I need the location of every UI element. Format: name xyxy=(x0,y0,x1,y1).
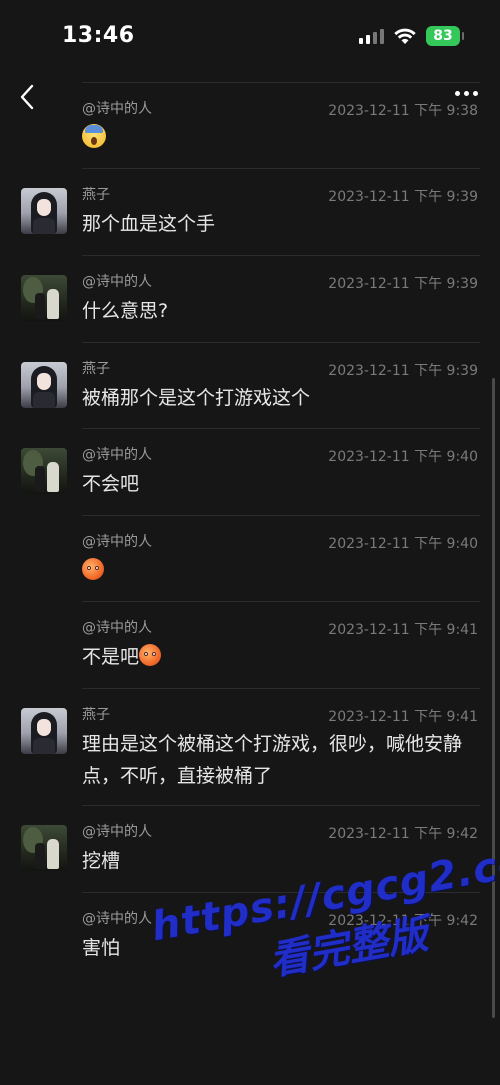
message-time: 2023-12-11 下午 9:40 xyxy=(328,449,478,465)
message-item[interactable]: 燕子 2023-12-11 下午 9:41 理由是这个被桶这个打游戏，很吵，喊他… xyxy=(0,688,500,805)
message-text xyxy=(82,555,482,587)
flushed-emoji-icon xyxy=(82,558,104,580)
message-sender: @诗中的人 xyxy=(82,911,152,927)
avatar[interactable] xyxy=(21,188,67,234)
message-item[interactable]: 燕子 2023-12-11 下午 9:39 被桶那个是这个打游戏这个 xyxy=(0,342,500,428)
flushed-emoji-icon xyxy=(139,644,162,666)
message-sender: @诗中的人 xyxy=(82,101,152,117)
message-text-part: 不是吧 xyxy=(82,646,140,668)
message-text: 不是吧 xyxy=(82,641,482,673)
message-text xyxy=(82,122,482,154)
message-time: 2023-12-11 下午 9:39 xyxy=(328,276,478,292)
message-item[interactable]: @诗中的人 2023-12-11 下午 9:38 xyxy=(0,82,500,168)
message-sender: @诗中的人 xyxy=(82,447,152,463)
cellular-signal-icon xyxy=(359,28,384,44)
message-time: 2023-12-11 下午 9:41 xyxy=(328,622,478,638)
avatar[interactable] xyxy=(21,362,67,408)
message-time: 2023-12-11 下午 9:39 xyxy=(328,363,478,379)
message-time: 2023-12-11 下午 9:39 xyxy=(328,189,478,205)
message-item[interactable]: @诗中的人 2023-12-11 下午 9:42 挖槽 xyxy=(0,805,500,892)
message-time: 2023-12-11 下午 9:42 xyxy=(328,913,478,929)
avatar[interactable] xyxy=(21,448,67,494)
message-text: 那个血是这个手 xyxy=(82,213,216,235)
message-text: 什么意思? xyxy=(82,300,169,322)
wifi-icon xyxy=(394,28,416,45)
message-item[interactable]: 燕子 2023-12-11 下午 9:39 那个血是这个手 xyxy=(0,168,500,255)
battery-icon: 83 xyxy=(426,26,464,46)
message-sender: 燕子 xyxy=(82,707,110,723)
message-item[interactable]: @诗中的人 2023-12-11 下午 9:40 不会吧 xyxy=(0,428,500,515)
message-time: 2023-12-11 下午 9:38 xyxy=(328,103,478,119)
message-time: 2023-12-11 下午 9:41 xyxy=(328,709,478,725)
message-text: 害怕 xyxy=(82,937,121,959)
scream-emoji-icon xyxy=(82,124,106,148)
message-item[interactable]: @诗中的人 2023-12-11 下午 9:39 什么意思? xyxy=(0,255,500,342)
avatar[interactable] xyxy=(21,825,67,871)
message-text: 挖槽 xyxy=(82,850,121,872)
message-item[interactable]: @诗中的人 2023-12-11 下午 9:40 xyxy=(0,515,500,601)
message-text: 不会吧 xyxy=(82,473,140,495)
message-sender: 燕子 xyxy=(82,361,110,377)
message-sender: 燕子 xyxy=(82,187,110,203)
status-bar: 13:46 83 xyxy=(0,0,500,70)
scrollbar[interactable] xyxy=(492,378,495,1018)
message-time: 2023-12-11 下午 9:42 xyxy=(328,826,478,842)
status-time: 13:46 xyxy=(62,23,135,48)
message-sender: @诗中的人 xyxy=(82,824,152,840)
avatar[interactable] xyxy=(21,708,67,754)
message-text: 被桶那个是这个打游戏这个 xyxy=(82,387,311,409)
status-icons: 83 xyxy=(359,26,464,46)
message-item[interactable]: @诗中的人 2023-12-11 下午 9:41 不是吧 xyxy=(0,601,500,688)
message-sender: @诗中的人 xyxy=(82,534,152,550)
message-sender: @诗中的人 xyxy=(82,274,152,290)
message-item[interactable]: @诗中的人 2023-12-11 下午 9:42 害怕 xyxy=(0,892,500,978)
avatar[interactable] xyxy=(21,275,67,321)
message-time: 2023-12-11 下午 9:40 xyxy=(328,536,478,552)
message-text: 理由是这个被桶这个打游戏，很吵，喊他安静点，不听，直接被桶了 xyxy=(82,733,463,787)
battery-level: 83 xyxy=(433,28,453,44)
message-sender: @诗中的人 xyxy=(82,620,152,636)
